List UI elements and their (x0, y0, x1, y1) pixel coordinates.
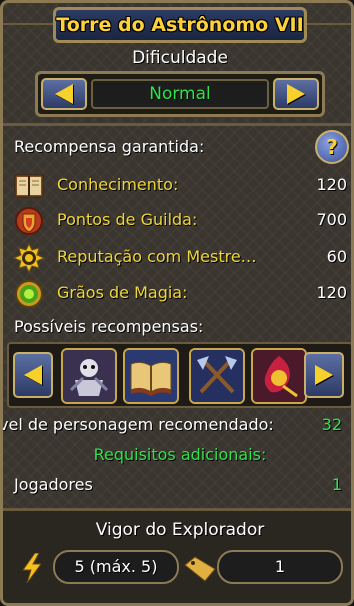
divider (3, 123, 351, 126)
ticket-tag-icon[interactable] (183, 555, 217, 583)
guaranteed-reward-title: Recompensa garantida: (14, 137, 205, 156)
possible-reward-item[interactable] (61, 348, 117, 404)
reward-name: Reputação com Mestre… (57, 247, 257, 266)
possible-reward-item[interactable] (189, 348, 245, 404)
carousel-prev-button[interactable] (13, 352, 53, 398)
skeleton-crest-icon (63, 350, 115, 402)
reward-name: Conhecimento: (57, 175, 179, 194)
reward-row-reputation: Reputação com Mestre… 60 (13, 243, 347, 275)
vigor-title: Vigor do Explorador (95, 520, 265, 540)
spellbook-icon (125, 350, 177, 402)
energy-field: 5 (máx. 5) (53, 550, 179, 584)
carousel-next-button[interactable] (304, 352, 344, 398)
guild-shield-icon (15, 207, 43, 235)
phoenix-rune-icon (253, 350, 305, 402)
recommended-level-label: vel de personagem recomendado: (0, 415, 274, 434)
recommended-level-value: 32 (321, 415, 342, 434)
reward-row-knowledge: Conhecimento: 120 (13, 171, 347, 203)
additional-requirements-title: Requisitos adicionais: (93, 445, 267, 464)
lightning-icon (22, 553, 42, 583)
dungeon-title: Torre do Astrônomo VII (53, 7, 307, 43)
difficulty-next-button[interactable] (273, 78, 319, 110)
possible-reward-item[interactable] (123, 348, 179, 404)
players-label: Jogadores (14, 475, 93, 494)
difficulty-value: Normal (91, 79, 269, 109)
arrow-left-icon (55, 84, 73, 104)
magic-grain-icon (15, 280, 43, 308)
arrow-right-icon (287, 84, 305, 104)
crossed-axes-icon (191, 350, 243, 402)
ticket-field: 1 (217, 550, 343, 584)
reward-row-magic-grains: Grãos de Magia: 120 (13, 279, 347, 311)
reward-value: 700 (316, 210, 347, 229)
possible-reward-item[interactable] (251, 348, 307, 404)
reward-name: Pontos de Guilda: (57, 210, 198, 229)
book-icon (14, 174, 44, 198)
players-value: 1 (331, 475, 342, 494)
possible-rewards-title: Possíveis recompensas: (14, 317, 204, 336)
difficulty-prev-button[interactable] (41, 78, 87, 110)
reward-name: Grãos de Magia: (57, 283, 188, 302)
reward-value: 60 (326, 247, 347, 266)
arrow-left-icon (24, 365, 42, 385)
reward-value: 120 (316, 283, 347, 302)
reward-value: 120 (316, 175, 347, 194)
arrow-right-icon (315, 365, 333, 385)
reputation-badge-icon (13, 243, 45, 273)
help-button[interactable]: ? (315, 130, 349, 164)
dungeon-panel: Torre do Astrônomo VII Dificuldade Norma… (0, 0, 354, 606)
difficulty-label: Dificuldade (132, 48, 228, 68)
reward-row-guild-points: Pontos de Guilda: 700 (13, 206, 347, 238)
